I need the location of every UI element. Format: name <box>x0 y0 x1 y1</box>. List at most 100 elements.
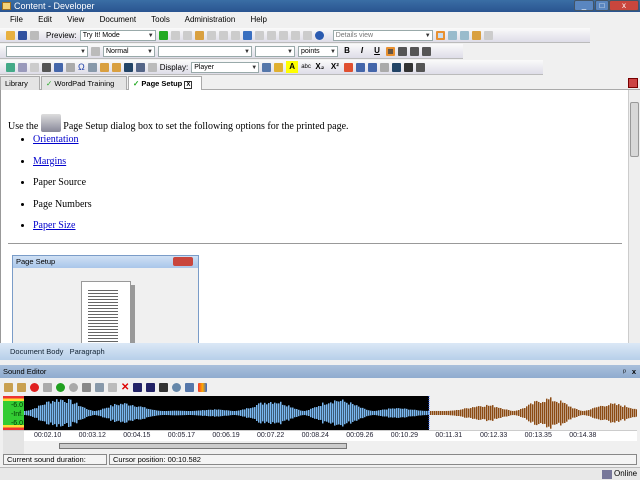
refresh-icon[interactable] <box>483 30 493 40</box>
eraser-icon[interactable] <box>343 62 353 72</box>
spacing-icon[interactable] <box>415 62 425 72</box>
insert-image-icon[interactable] <box>6 62 15 72</box>
menu-document[interactable]: Document <box>100 15 136 24</box>
subscript-button[interactable]: X₂ <box>314 61 326 73</box>
record-settings-icon[interactable] <box>43 382 52 392</box>
close-button[interactable]: x <box>609 0 639 11</box>
bold-button[interactable]: B <box>341 45 353 57</box>
cut-icon[interactable] <box>82 382 91 392</box>
properties-icon[interactable] <box>471 30 481 40</box>
style-select[interactable]: Normal <box>103 45 155 57</box>
align-right-icon[interactable] <box>410 46 419 56</box>
align-left-icon[interactable] <box>386 46 395 56</box>
display-select[interactable]: Player <box>191 61 260 73</box>
view-select[interactable]: Details view <box>332 29 433 41</box>
outdent-icon[interactable] <box>379 62 389 72</box>
record-icon[interactable] <box>30 382 39 392</box>
table-icon[interactable] <box>54 62 63 72</box>
waveform[interactable] <box>24 396 637 430</box>
copy-icon[interactable] <box>95 382 104 392</box>
stop-icon[interactable] <box>69 382 78 392</box>
paper-size-link[interactable]: Paper Size <box>33 220 76 231</box>
split-vertical-icon[interactable] <box>459 30 469 40</box>
tab-library[interactable]: Library <box>0 76 40 90</box>
source-view-icon[interactable] <box>147 62 157 72</box>
menu-view[interactable]: View <box>67 15 84 24</box>
vertical-scrollbar[interactable] <box>628 90 640 343</box>
save-icon[interactable] <box>18 30 27 40</box>
menu-file[interactable]: File <box>10 15 23 24</box>
redo-icon[interactable] <box>254 30 264 40</box>
print-icon[interactable] <box>30 30 39 40</box>
cut-icon[interactable] <box>170 30 180 40</box>
tab-page-setup[interactable]: ✓ Page Setup X <box>128 76 202 90</box>
link-icon[interactable] <box>18 62 27 72</box>
spell-check-icon[interactable] <box>302 30 312 40</box>
strikethrough-button[interactable]: abc <box>301 64 311 70</box>
options-icon[interactable] <box>185 382 195 392</box>
font-name-select[interactable] <box>158 45 252 57</box>
delete-icon[interactable]: ✕ <box>121 382 129 393</box>
zoom-out-icon[interactable] <box>278 30 288 40</box>
menu-help[interactable]: Help <box>251 15 267 24</box>
display-settings-icon[interactable] <box>262 62 272 72</box>
menu-administration[interactable]: Administration <box>185 15 236 24</box>
page-break-icon[interactable] <box>87 62 97 72</box>
tab-close-button[interactable]: X <box>184 81 193 89</box>
minimize-button[interactable]: _ <box>574 0 594 11</box>
split-horizontal-icon[interactable] <box>447 30 457 40</box>
unlink-icon[interactable] <box>30 62 39 72</box>
replace-icon[interactable] <box>230 30 240 40</box>
close-document-icon[interactable] <box>628 78 638 88</box>
export-sound-icon[interactable] <box>17 382 26 392</box>
clear-format-icon[interactable] <box>91 46 100 56</box>
open-icon[interactable] <box>6 30 15 40</box>
anchor-icon[interactable] <box>42 62 51 72</box>
numbered-list-icon[interactable] <box>355 62 365 72</box>
size-unit-select[interactable]: points <box>298 45 338 57</box>
markers-icon[interactable] <box>146 382 156 392</box>
align-center-icon[interactable] <box>398 46 407 56</box>
insert-file-icon[interactable] <box>99 62 109 72</box>
superscript-button[interactable]: X² <box>329 61 341 73</box>
pin-icon[interactable]: ᵖ <box>623 365 626 378</box>
menu-edit[interactable]: Edit <box>38 15 52 24</box>
paste-icon[interactable] <box>108 382 117 392</box>
replace-icon[interactable] <box>135 62 145 72</box>
breadcrumb-paragraph[interactable]: Paragraph <box>70 347 105 356</box>
underline-button[interactable]: U <box>371 45 383 57</box>
find-binoculars-icon[interactable] <box>123 62 133 72</box>
horizontal-scroll-thumb[interactable] <box>59 443 347 449</box>
indent-icon[interactable] <box>391 62 401 72</box>
tab-wordpad-training[interactable]: ✓ WordPad Training <box>41 76 127 90</box>
highlight-icon[interactable]: A <box>286 61 299 73</box>
maximize-button[interactable]: □ <box>595 0 609 11</box>
preview-mode-select[interactable]: Try It! Mode <box>79 29 156 41</box>
font-select[interactable] <box>6 45 88 57</box>
bullet-list-icon[interactable] <box>367 62 377 72</box>
blockquote-icon[interactable] <box>403 62 413 72</box>
copy-icon[interactable] <box>182 30 192 40</box>
margins-link[interactable]: Margins <box>33 156 66 167</box>
italic-button[interactable]: I <box>356 45 368 57</box>
zoom-icon[interactable] <box>172 382 182 392</box>
zoom-in-icon[interactable] <box>266 30 276 40</box>
play-icon[interactable] <box>56 382 65 392</box>
import-sound-icon[interactable] <box>4 382 13 392</box>
panel-close-icon[interactable]: x <box>632 365 636 378</box>
undo-icon[interactable] <box>242 30 252 40</box>
scroll-thumb[interactable] <box>630 102 639 157</box>
text-color-icon[interactable] <box>274 62 284 72</box>
horizontal-rule-icon[interactable] <box>66 62 75 72</box>
orientation-link[interactable]: Orientation <box>33 134 79 145</box>
crop-icon[interactable] <box>159 382 169 392</box>
trim-icon[interactable] <box>133 382 143 392</box>
details-layout-icon[interactable] <box>435 30 445 40</box>
spectrum-icon[interactable] <box>198 382 208 392</box>
help-icon[interactable] <box>314 30 324 40</box>
spell-icon[interactable] <box>290 30 300 40</box>
breadcrumb-document-body[interactable]: Document Body <box>10 347 63 356</box>
paste-icon[interactable] <box>194 30 204 40</box>
justify-icon[interactable] <box>422 46 431 56</box>
font-size-select[interactable] <box>255 45 295 57</box>
